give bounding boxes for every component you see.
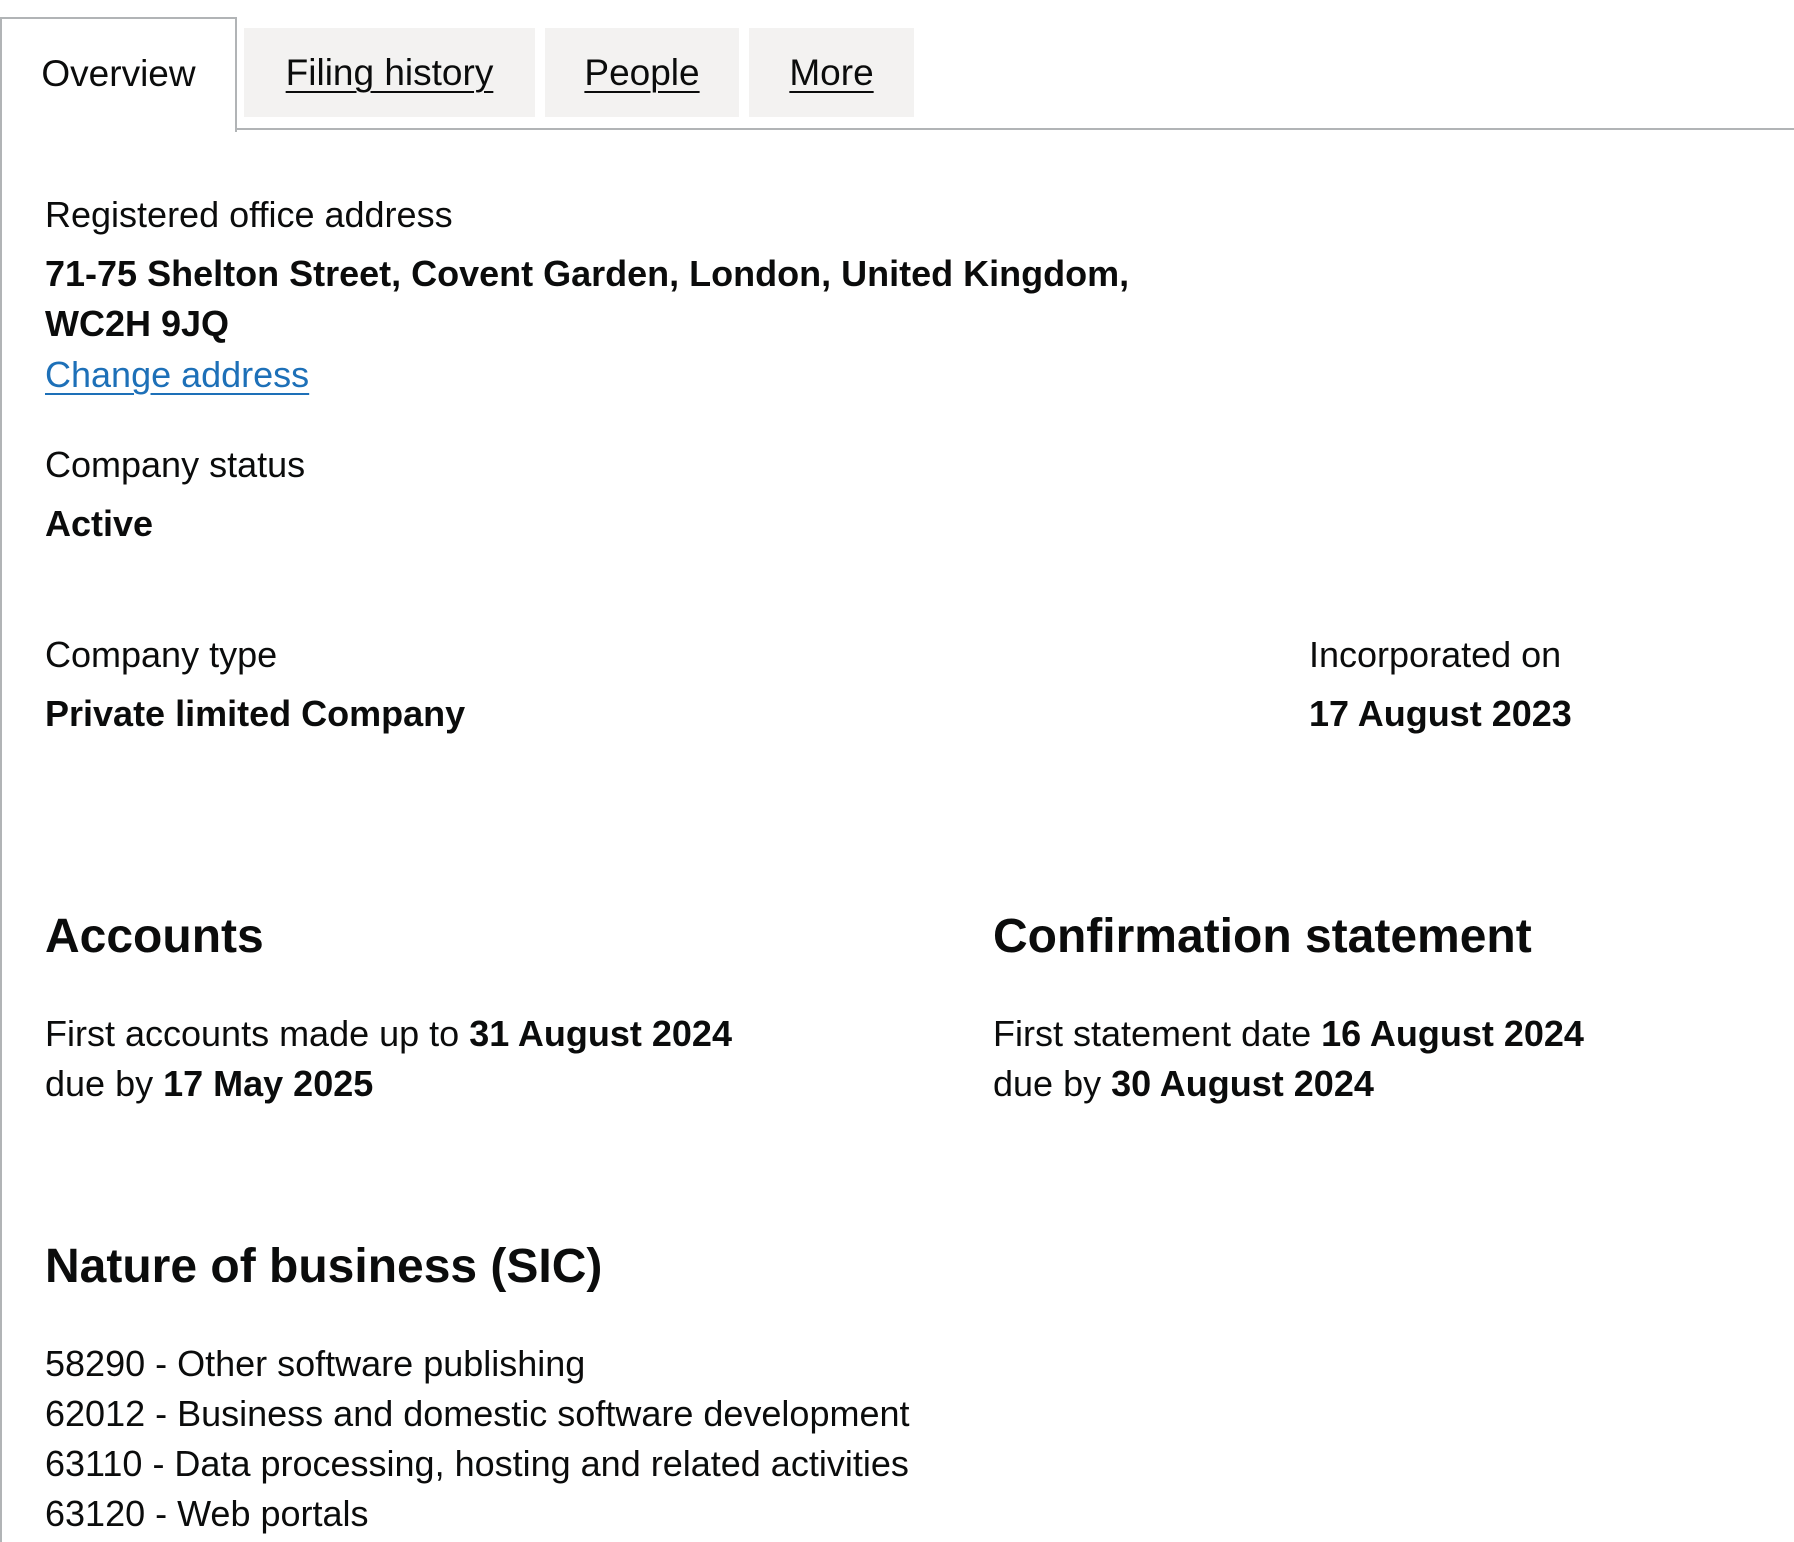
tab-people[interactable]: People [545,28,739,117]
incorporated-on-value: 17 August 2023 [1309,693,1572,734]
sic-heading: Nature of business (SIC) [45,1240,603,1293]
confirmation-statement-heading: Confirmation statement [993,910,1532,963]
company-status-label: Company status [45,444,306,485]
accounts-heading: Accounts [45,910,264,963]
incorporated-on-label: Incorporated on [1309,634,1562,675]
sic-code-item: 58290 - Other software publishing [45,1343,586,1384]
tab-overview[interactable]: Overview [0,17,237,132]
tab-filing-history[interactable]: Filing history [244,28,535,117]
accounts-made-up-to-label: First accounts made up to [45,1013,470,1054]
confirmation-due-by-date: 30 August 2024 [1111,1063,1374,1104]
confirmation-due-by: due by 30 August 2024 [993,1059,1374,1109]
accounts-due-by-date: 17 May 2025 [163,1063,374,1104]
registered-office-address-line-1: 71-75 Shelton Street, Covent Garden, Lon… [45,253,1130,294]
confirmation-due-by-label: due by [993,1063,1112,1104]
accounts-due-by-label: due by [45,1063,164,1104]
sic-code-item: 63110 - Data processing, hosting and rel… [45,1443,909,1484]
registered-office-address-line-2: WC2H 9JQ [45,303,230,344]
registered-office-label: Registered office address [45,194,453,235]
confirmation-statement-date: First statement date 16 August 2024 [993,1009,1584,1059]
sic-code-item: 62012 - Business and domestic software d… [45,1393,910,1434]
company-type-label: Company type [45,634,278,675]
change-address-link[interactable]: Change address [45,353,309,396]
sic-code-item: 63120 - Web portals [45,1493,369,1534]
accounts-due-by: due by 17 May 2025 [45,1059,373,1109]
company-status-value: Active [45,503,154,544]
accounts-made-up-to: First accounts made up to 31 August 2024 [45,1009,732,1059]
confirmation-statement-date-value: 16 August 2024 [1321,1013,1584,1054]
tab-bar: Overview Filing history People More [0,0,1794,132]
company-type-value: Private limited Company [45,693,466,734]
confirmation-statement-date-label: First statement date [993,1013,1322,1054]
accounts-made-up-to-date: 31 August 2024 [469,1013,732,1054]
sic-code-list: 58290 - Other software publishing 62012 … [45,1339,910,1539]
tab-more[interactable]: More [749,28,914,117]
overview-panel [0,128,1794,1542]
